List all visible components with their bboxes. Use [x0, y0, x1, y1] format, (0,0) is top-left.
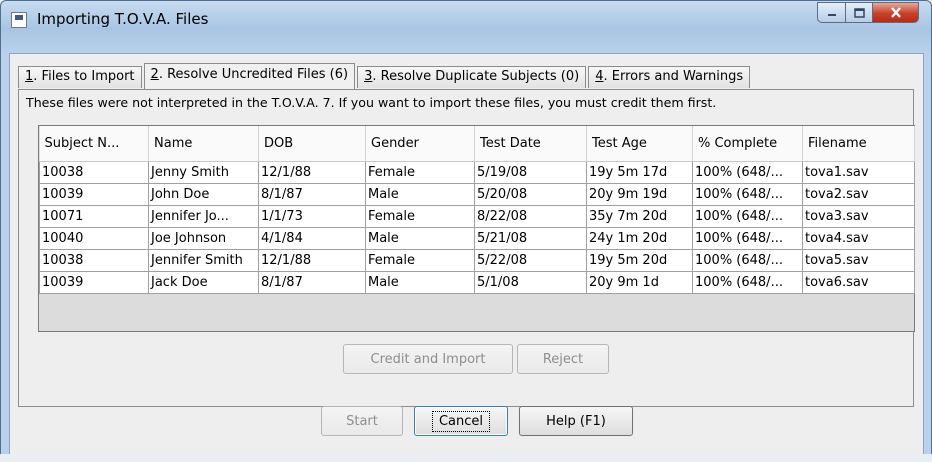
- table-row[interactable]: 10038 Jennifer Smith 12/1/88 Female 5/22/08 1…: [39, 249, 915, 272]
- tab-label: . Files to Import: [33, 69, 135, 84]
- maximize-icon: [853, 7, 865, 18]
- close-icon: [890, 7, 901, 18]
- maximize-button[interactable]: [845, 2, 872, 23]
- table-cell: Joe Johnson: [148, 227, 259, 250]
- tab-resolve-uncredited-files[interactable]: 2. Resolve Uncredited Files (6): [143, 63, 356, 89]
- cancel-label: Cancel: [431, 410, 491, 432]
- table-cell: Female: [365, 161, 475, 184]
- table-cell: 20y 9m 1d: [586, 271, 693, 294]
- tab-label: . Resolve Uncredited Files (6): [158, 67, 349, 82]
- table-cell: 100% (648/...: [692, 227, 803, 250]
- column-header-percent-complete[interactable]: % Complete: [692, 126, 803, 162]
- column-header-filename[interactable]: Filename: [802, 126, 915, 162]
- table-cell: 19y 5m 17d: [586, 161, 693, 184]
- table-cell: 100% (648/...: [692, 271, 803, 294]
- minimize-icon: [827, 13, 836, 16]
- table-cell: Female: [365, 249, 475, 272]
- table-cell: Male: [365, 227, 475, 250]
- table-cell: 100% (648/...: [692, 249, 803, 272]
- title-bar[interactable]: Importing T.O.V.A. Files: [1, 1, 931, 49]
- uncredited-files-table[interactable]: Subject N... Name DOB Gender Test Date T…: [38, 125, 915, 332]
- tab-strip: 1. Files to Import 2. Resolve Uncredited…: [18, 63, 752, 89]
- table-cell: 100% (648/...: [692, 205, 803, 228]
- tab-files-to-import[interactable]: 1. Files to Import: [18, 66, 142, 88]
- table-cell: 20y 9m 19d: [586, 183, 693, 206]
- table-cell: 1/1/73: [258, 205, 366, 228]
- column-header-name[interactable]: Name: [148, 126, 259, 162]
- table-row[interactable]: 10038 Jenny Smith 12/1/88 Female 5/19/08 19y …: [39, 161, 915, 184]
- table-cell: Male: [365, 183, 475, 206]
- table-cell: 10040: [39, 227, 149, 250]
- table-cell: tova1.sav: [802, 161, 915, 184]
- table-cell: Jennifer Smith: [148, 249, 259, 272]
- table-cell: tova2.sav: [802, 183, 915, 206]
- tab-resolve-duplicate-subjects[interactable]: 3. Resolve Duplicate Subjects (0): [357, 66, 587, 88]
- table-cell: 5/22/08: [474, 249, 587, 272]
- table-cell: 10039: [39, 183, 149, 206]
- table-cell: Male: [365, 271, 475, 294]
- help-label: Help (F1): [546, 413, 606, 429]
- window-controls: [817, 2, 919, 24]
- table-cell: 5/21/08: [474, 227, 587, 250]
- table-cell: 10038: [39, 161, 149, 184]
- table-cell: Jennifer Jo...: [148, 205, 259, 228]
- tab-label: . Errors and Warnings: [603, 69, 744, 84]
- table-row[interactable]: 10039 Jack Doe 8/1/87 Male 5/1/08 20y 9m 1d 10…: [39, 271, 915, 294]
- table-cell: Jenny Smith: [148, 161, 259, 184]
- table-cell: 10071: [39, 205, 149, 228]
- minimize-button[interactable]: [817, 2, 845, 23]
- cancel-button[interactable]: Cancel: [414, 406, 508, 436]
- reject-label: Reject: [542, 351, 584, 367]
- credit-and-import-label: Credit and Import: [370, 351, 486, 367]
- tab-mnemonic: 2: [150, 67, 159, 82]
- window-title: Importing T.O.V.A. Files: [37, 10, 209, 28]
- table-cell: 10039: [39, 271, 149, 294]
- background-strip: [0, 454, 932, 462]
- table-cell: 100% (648/...: [692, 161, 803, 184]
- table-cell: tova3.sav: [802, 205, 915, 228]
- table-row[interactable]: 10071 Jennifer Jo... 1/1/73 Female 8/22/08 35…: [39, 205, 915, 228]
- close-button[interactable]: [872, 2, 919, 23]
- start-label: Start: [346, 413, 378, 429]
- table-cell: 100% (648/...: [692, 183, 803, 206]
- table-cell: 5/1/08: [474, 271, 587, 294]
- window-app-icon[interactable]: [11, 12, 27, 28]
- table-cell: 10038: [39, 249, 149, 272]
- table-header-row: Subject N... Name DOB Gender Test Date T…: [39, 126, 915, 162]
- column-header-dob[interactable]: DOB: [258, 126, 366, 162]
- table-cell: Jack Doe: [148, 271, 259, 294]
- table-cell: 24y 1m 20d: [586, 227, 693, 250]
- table-cell: 35y 7m 20d: [586, 205, 693, 228]
- table-cell: 8/1/87: [258, 183, 366, 206]
- table-cell: 19y 5m 20d: [586, 249, 693, 272]
- column-header-subject-number[interactable]: Subject N...: [39, 126, 149, 162]
- table-cell: tova5.sav: [802, 249, 915, 272]
- table-cell: 5/19/08: [474, 161, 587, 184]
- tab-mnemonic: 4: [595, 69, 604, 84]
- table-cell: 12/1/88: [258, 249, 366, 272]
- column-header-test-age[interactable]: Test Age: [586, 126, 693, 162]
- table-row[interactable]: 10039 John Doe 8/1/87 Male 5/20/08 20y 9m 19d…: [39, 183, 915, 206]
- table-cell: tova6.sav: [802, 271, 915, 294]
- column-header-gender[interactable]: Gender: [365, 126, 475, 162]
- tab-label: . Resolve Duplicate Subjects (0): [372, 69, 580, 84]
- table-cell: 4/1/84: [258, 227, 366, 250]
- table-cell: 5/20/08: [474, 183, 587, 206]
- tab-errors-and-warnings[interactable]: 4. Errors and Warnings: [588, 66, 751, 88]
- table-cell: 8/1/87: [258, 271, 366, 294]
- table-cell: tova4.sav: [802, 227, 915, 250]
- credit-and-import-button[interactable]: Credit and Import: [343, 344, 513, 374]
- table-cell: John Doe: [148, 183, 259, 206]
- start-button[interactable]: Start: [321, 406, 403, 436]
- help-button[interactable]: Help (F1): [519, 406, 633, 436]
- table-cell: Female: [365, 205, 475, 228]
- table-cell: 8/22/08: [474, 205, 587, 228]
- column-header-test-date[interactable]: Test Date: [474, 126, 587, 162]
- table-row[interactable]: 10040 Joe Johnson 4/1/84 Male 5/21/08 24y 1m …: [39, 227, 915, 250]
- reject-button[interactable]: Reject: [517, 344, 609, 374]
- info-message: These files were not interpreted in the …: [26, 95, 717, 110]
- table-cell: 12/1/88: [258, 161, 366, 184]
